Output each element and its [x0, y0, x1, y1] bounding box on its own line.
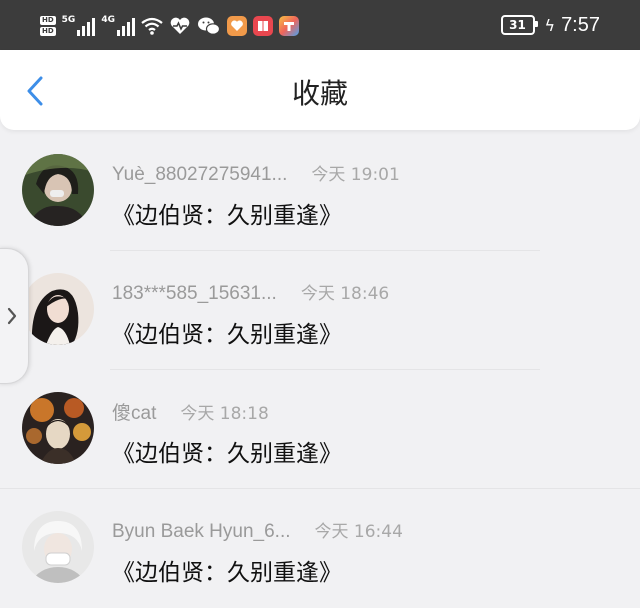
- item-meta: 183***585_15631... 今天 18:46: [112, 279, 389, 305]
- app-icon: [226, 16, 247, 36]
- item-meta: 傻cat 今天 18:18: [112, 398, 269, 425]
- avatar[interactable]: [22, 154, 94, 226]
- favorites-list: Yuè_88027275941... 今天 19:01 《边伯贤：久别重逢》 1…: [0, 132, 640, 608]
- timestamp: 今天 18:18: [180, 404, 269, 424]
- avatar[interactable]: [22, 511, 94, 583]
- wechat-icon: [197, 17, 221, 35]
- store-app-icon: [278, 16, 299, 36]
- status-bar: HD HD 5G 4G 31 ϟ 7:57: [0, 0, 640, 50]
- charging-icon: ϟ: [544, 15, 556, 35]
- battery-level: 31: [509, 18, 526, 32]
- battery-icon: 31: [500, 15, 538, 35]
- network-type-label: 5G: [61, 15, 76, 25]
- username[interactable]: Yuè_88027275941...: [112, 164, 287, 186]
- wifi-icon: [141, 17, 163, 35]
- favorite-title[interactable]: 《边伯贤：久别重逢》: [112, 196, 342, 230]
- signal-icon: [77, 16, 96, 36]
- hd-badges: HD HD: [40, 16, 56, 36]
- favorite-title[interactable]: 《边伯贤：久别重逢》: [112, 434, 342, 468]
- book-app-icon: [252, 16, 273, 36]
- network-type-label: 4G: [101, 15, 115, 25]
- status-icons-left: HD HD 5G 4G: [40, 14, 299, 38]
- timestamp: 今天 19:01: [311, 165, 400, 185]
- status-icons-right: 31 ϟ 7:57: [500, 12, 600, 38]
- list-item[interactable]: 傻cat 今天 18:18 《边伯贤：久别重逢》: [0, 370, 640, 489]
- signal-icon: [116, 16, 135, 36]
- chevron-right-icon: [7, 307, 17, 325]
- side-drawer-handle[interactable]: [0, 248, 29, 384]
- timestamp: 今天 16:44: [314, 522, 403, 542]
- item-meta: Yuè_88027275941... 今天 19:01: [112, 160, 400, 186]
- avatar[interactable]: [22, 273, 94, 345]
- hd-badge: HD: [40, 27, 56, 36]
- heart-icon: [170, 17, 190, 34]
- item-meta: Byun Baek Hyun_6... 今天 16:44: [112, 517, 403, 543]
- list-item[interactable]: 183***585_15631... 今天 18:46 《边伯贤：久别重逢》: [0, 251, 640, 370]
- username[interactable]: 傻cat: [112, 398, 156, 425]
- list-item[interactable]: Yuè_88027275941... 今天 19:01 《边伯贤：久别重逢》: [0, 132, 640, 251]
- avatar[interactable]: [22, 392, 94, 464]
- username[interactable]: Byun Baek Hyun_6...: [112, 521, 291, 543]
- hd-badge: HD: [40, 16, 56, 25]
- list-item[interactable]: Byun Baek Hyun_6... 今天 16:44 《边伯贤：久别重逢》: [0, 489, 640, 608]
- favorite-title[interactable]: 《边伯贤：久别重逢》: [112, 315, 342, 349]
- page-title: 收藏: [291, 77, 348, 110]
- title-bar: 收藏: [0, 50, 640, 130]
- favorite-title[interactable]: 《边伯贤：久别重逢》: [112, 553, 342, 587]
- username[interactable]: 183***585_15631...: [112, 283, 277, 305]
- clock-time: 7:57: [561, 13, 600, 36]
- timestamp: 今天 18:46: [300, 284, 390, 304]
